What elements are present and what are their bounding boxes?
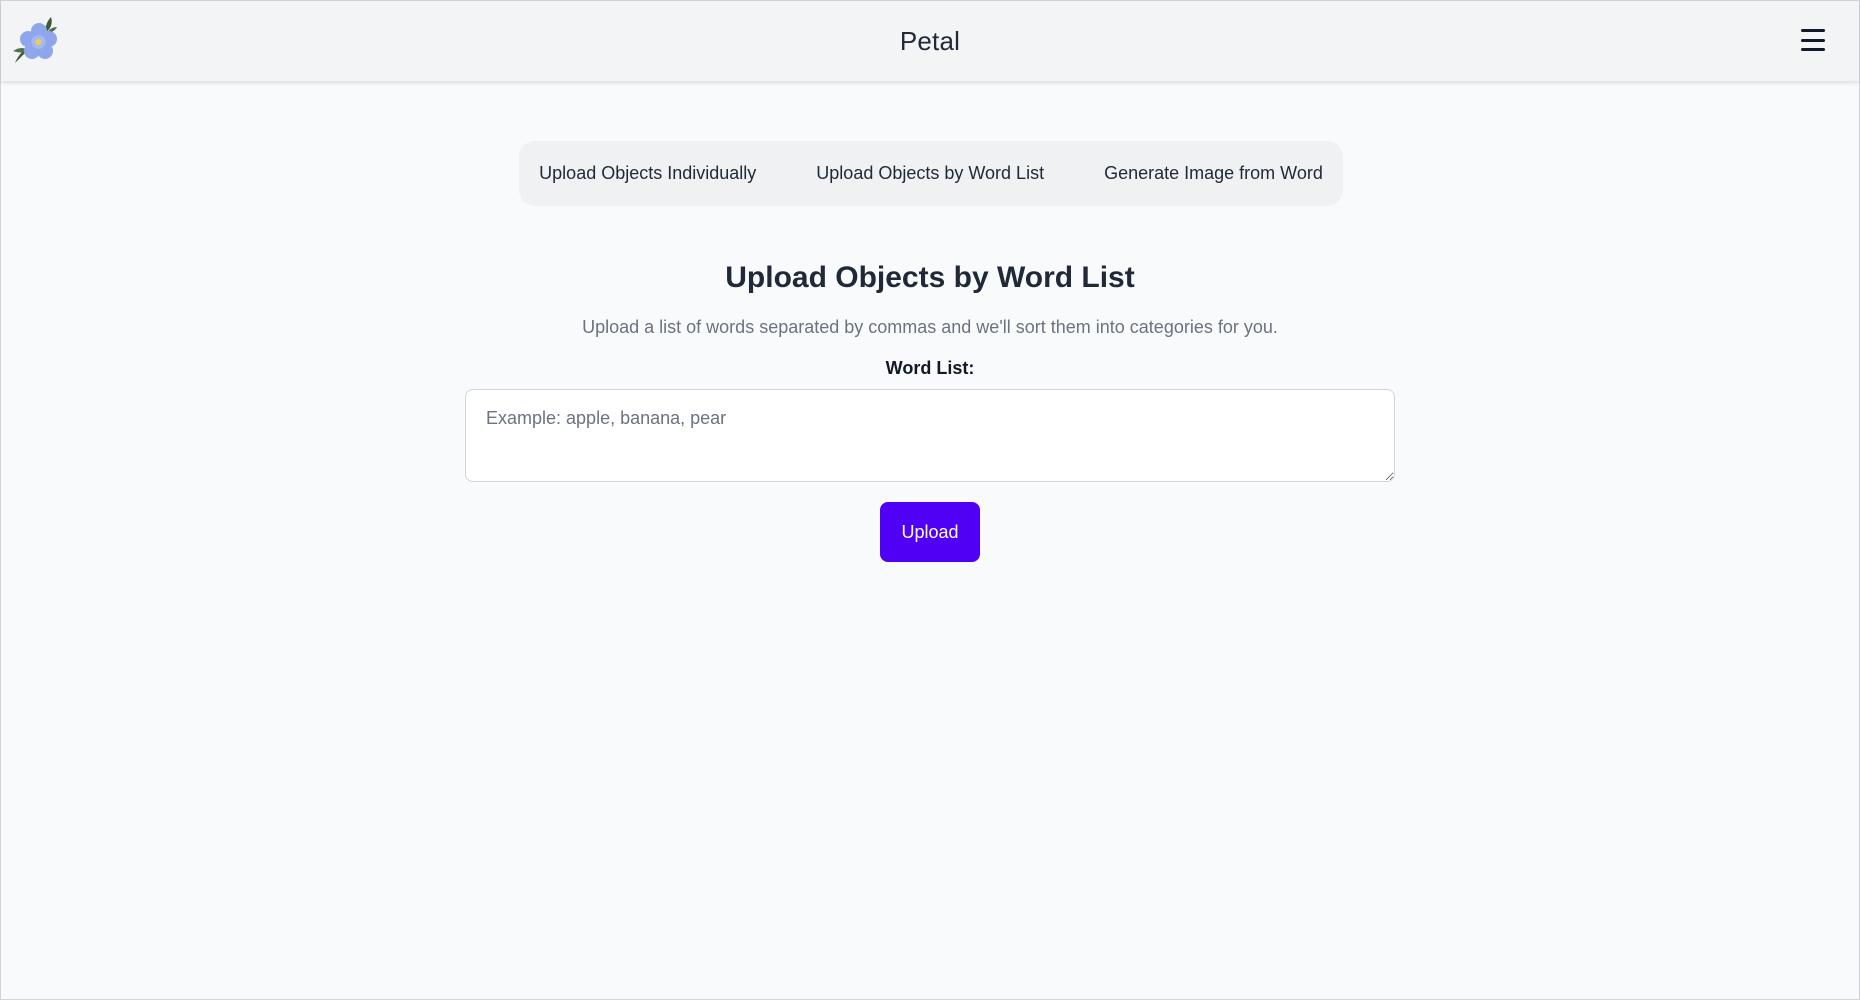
tab-upload-word-list[interactable]: Upload Objects by Word List	[786, 163, 1074, 184]
upload-button[interactable]: Upload	[880, 502, 980, 562]
word-list-field-wrapper	[465, 389, 1395, 482]
menu-line	[1801, 29, 1825, 32]
main-content: Upload Objects by Word List Upload a lis…	[1, 261, 1859, 562]
app-title: Petal	[899, 25, 961, 56]
menu-line	[1801, 48, 1825, 51]
top-bar: Petal	[1, 1, 1859, 81]
page-title: Upload Objects by Word List	[725, 261, 1135, 294]
menu-line	[1801, 38, 1825, 42]
word-list-label: Word List:	[885, 358, 975, 378]
flower-logo-icon[interactable]	[11, 13, 63, 65]
app-window: Petal Upload Objects Individually Upload…	[0, 0, 1860, 1000]
tab-upload-individually[interactable]: Upload Objects Individually	[509, 163, 786, 184]
word-list-textarea[interactable]	[465, 389, 1395, 482]
hamburger-menu-icon[interactable]	[1801, 29, 1825, 51]
tab-generate-image[interactable]: Generate Image from Word	[1074, 163, 1353, 184]
page-description: Upload a list of words separated by comm…	[582, 317, 1278, 337]
mode-tabs: Upload Objects Individually Upload Objec…	[519, 141, 1343, 206]
